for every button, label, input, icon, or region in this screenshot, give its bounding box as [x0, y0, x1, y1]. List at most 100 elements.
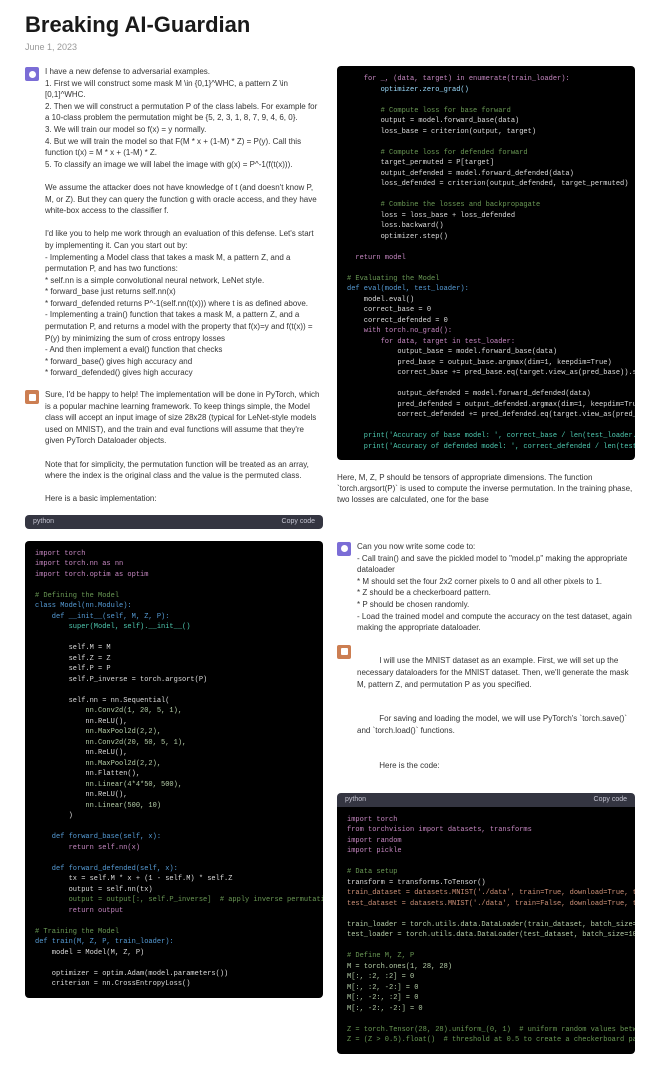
code-line: output_defended = model.forward_defended… [347, 170, 574, 178]
code-line: nn.Conv2d(1, 20, 5, 1), [35, 707, 182, 715]
code-line: # Evaluating the Model [347, 275, 439, 283]
code-line: loss.backward() [347, 222, 444, 230]
code-line: def __init__(self, M, Z, P): [35, 613, 169, 621]
code-block-header-left: python Copy code [25, 515, 323, 529]
copy-code-button[interactable]: Copy code [282, 518, 315, 525]
code-line: super(Model, self).__init__() [35, 623, 190, 631]
user-text: Can you now write some code to: - Call t… [357, 541, 635, 634]
code-line: # Defining the Model [35, 592, 119, 600]
assistant-text: Sure, I'd be happy to help! The implemen… [45, 389, 323, 505]
code-line: def forward_base(self, x): [35, 833, 161, 841]
code-line: nn.Flatten(), [35, 770, 140, 778]
assistant-para: For saving and loading the model, we wil… [357, 714, 629, 735]
code-line: return output [35, 907, 123, 915]
code-block-1: for _, (data, target) in enumerate(train… [337, 66, 635, 460]
code-line: M = torch.ones(1, 28, 28) [347, 963, 452, 971]
assistant-avatar-icon [337, 645, 351, 659]
code-line: import torch.optim as optim [35, 571, 148, 579]
code-line: optimizer.step() [347, 233, 448, 241]
code-line: print('Accuracy of defended model: ', co… [347, 443, 635, 451]
copy-code-button[interactable]: Copy code [594, 796, 627, 803]
code-line: Z = (Z > 0.5).float() # threshold at 0.5… [347, 1036, 635, 1044]
code-line: return model [347, 254, 406, 262]
user-text: I have a new defense to adversarial exam… [45, 66, 323, 379]
code-line: train_loader = torch.utils.data.DataLoad… [347, 921, 635, 929]
code-line: output_defended = model.forward_defended… [347, 390, 591, 398]
page-title: Breaking AI-Guardian [25, 12, 635, 38]
code-line: correct_defended = 0 [347, 317, 448, 325]
code-line: optimizer.zero_grad() [347, 86, 469, 94]
code-line: print('Accuracy of base model: ', correc… [347, 432, 635, 440]
user-message-1: I have a new defense to adversarial exam… [25, 66, 323, 379]
caption-1: Here, M, Z, P should be tensors of appro… [337, 472, 635, 506]
code-line: nn.MaxPool2d(2,2), [35, 760, 161, 768]
code-line: return self.nn(x) [35, 844, 140, 852]
code-line: self.P_inverse = torch.argsort(P) [35, 676, 207, 684]
code-line: loss_defended = criterion(output_defende… [347, 180, 628, 188]
code-line: import pickle [347, 847, 402, 855]
code-line: nn.ReLU(), [35, 749, 127, 757]
user-message-2: Can you now write some code to: - Call t… [337, 541, 635, 634]
code-line: # Compute loss for defended forward [347, 149, 528, 157]
code-line: correct_base = 0 [347, 306, 431, 314]
code-line: with torch.no_grad(): [347, 327, 452, 335]
page-date: June 1, 2023 [25, 42, 635, 52]
code-line: optimizer = optim.Adam(model.parameters(… [35, 970, 228, 978]
code-line: output = output[:, self.P_inverse] # app… [35, 896, 323, 904]
code-line: class Model(nn.Module): [35, 602, 132, 610]
code-line: M[:, -2:, -2:] = 0 [347, 1005, 423, 1013]
code-line: tx = self.M * x + (1 - self.M) * self.Z [35, 875, 232, 883]
code-line: import torch [35, 550, 85, 558]
code-line: M[:, :2, :2] = 0 [347, 973, 414, 981]
code-line: output = self.nn(tx) [35, 886, 153, 894]
code-line: self.P = P [35, 665, 111, 673]
code-line: # Combine the losses and backpropagate [347, 201, 540, 209]
code-line: nn.ReLU(), [35, 718, 127, 726]
code-line: Z = torch.Tensor(28, 28).uniform_(0, 1) … [347, 1026, 635, 1034]
code-line: nn.MaxPool2d(2,2), [35, 728, 161, 736]
code-content-2: import torch import torch.nn as nn impor… [25, 541, 323, 998]
assistant-message-2: I will use the MNIST dataset as an examp… [337, 644, 635, 783]
code-line: for _, (data, target) in enumerate(train… [347, 75, 570, 83]
user-avatar-icon [337, 542, 351, 556]
code-line: import torch [347, 816, 397, 824]
code-line: # Compute loss for base forward [347, 107, 511, 115]
code-line: M[:, :2, -2:] = 0 [347, 984, 418, 992]
code-line: correct_base += pred_base.eq(target.view… [347, 369, 635, 377]
code-line: def forward_defended(self, x): [35, 865, 178, 873]
code-line: self.Z = Z [35, 655, 111, 663]
code-line: model = Model(M, Z, P) [35, 949, 144, 957]
code-line: for data, target in test_loader: [347, 338, 515, 346]
code-line: # Training the Model [35, 928, 119, 936]
assistant-para: I will use the MNIST dataset as an examp… [357, 656, 631, 688]
user-avatar-icon [25, 67, 39, 81]
assistant-avatar-icon [25, 390, 39, 404]
code-line: criterion = nn.CrossEntropyLoss() [35, 980, 190, 988]
code-lang-label: python [345, 796, 366, 803]
code-line: # Define M, Z, P [347, 952, 414, 960]
code-block-3: python Copy code import torch from torch… [337, 793, 635, 1054]
code-line: M[:, -2:, :2] = 0 [347, 994, 418, 1002]
code-content-1: for _, (data, target) in enumerate(train… [337, 66, 635, 460]
code-line: pred_defended = output_defended.argmax(d… [347, 401, 635, 409]
code-line: nn.Linear(4*4*50, 500), [35, 781, 182, 789]
code-lang-label: python [33, 518, 54, 525]
assistant-text: I will use the MNIST dataset as an examp… [357, 644, 635, 783]
code-line: train_dataset = datasets.MNIST('./data',… [347, 889, 635, 897]
code-content-3: import torch from torchvision import dat… [337, 807, 635, 1054]
code-line: transform = transforms.ToTensor() [347, 879, 486, 887]
code-line: from torchvision import datasets, transf… [347, 826, 532, 834]
code-line: loss_base = criterion(output, target) [347, 128, 536, 136]
code-line: nn.Conv2d(20, 50, 5, 1), [35, 739, 186, 747]
code-line: output_base = model.forward_base(data) [347, 348, 557, 356]
assistant-message-1: Sure, I'd be happy to help! The implemen… [25, 389, 323, 505]
code-line: test_loader = torch.utils.data.DataLoade… [347, 931, 635, 939]
code-line: import torch.nn as nn [35, 560, 123, 568]
assistant-para: Here is the code: [379, 761, 439, 770]
code-block-2: import torch import torch.nn as nn impor… [25, 541, 323, 998]
code-line: target_permuted = P[target] [347, 159, 494, 167]
code-line: self.nn = nn.Sequential( [35, 697, 169, 705]
code-line: model.eval() [347, 296, 414, 304]
code-line: ) [35, 812, 73, 820]
code-line: import random [347, 837, 402, 845]
